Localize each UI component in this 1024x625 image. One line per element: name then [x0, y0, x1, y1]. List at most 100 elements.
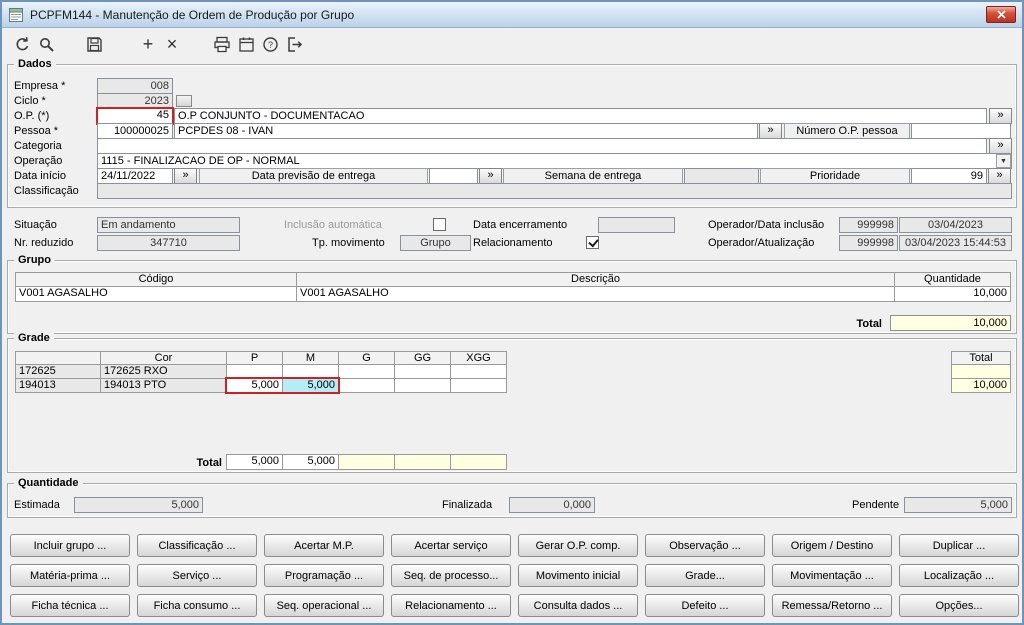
- op-description-field[interactable]: O.P CONJUNTO - DOCUMENTACAO: [174, 108, 987, 124]
- ficha-consumo-button[interactable]: Ficha consumo ...: [137, 594, 257, 617]
- grade-cell[interactable]: [394, 364, 451, 379]
- seq-de-processo-button[interactable]: Seq. de processo...: [391, 564, 511, 587]
- search-button[interactable]: [34, 32, 58, 56]
- categoria-lookup-button[interactable]: »: [989, 138, 1012, 154]
- empresa-field: 008: [97, 78, 173, 94]
- data-encerramento-field: [598, 217, 675, 233]
- numero-op-pessoa-field[interactable]: [911, 123, 1011, 139]
- help-button[interactable]: ?: [258, 32, 282, 56]
- opcoes-button[interactable]: Opções...: [899, 594, 1019, 617]
- operacao-combo[interactable]: 1115 - FINALIZACAO DE OP - NORMAL: [97, 153, 1012, 169]
- grade-row-code[interactable]: 194013: [15, 378, 101, 393]
- operador-inclusao-label: Operador/Data inclusão: [708, 219, 825, 231]
- op-lookup-button[interactable]: »: [989, 108, 1012, 124]
- grade-row-code[interactable]: 172625: [15, 364, 101, 379]
- seq-operacional-button[interactable]: Seq. operacional ...: [264, 594, 384, 617]
- materia-prima-button[interactable]: Matéria-prima ...: [10, 564, 130, 587]
- grade-cell[interactable]: [282, 364, 339, 379]
- exit-button[interactable]: [282, 32, 306, 56]
- svg-text:?: ?: [267, 40, 272, 50]
- grade-button[interactable]: Grade...: [645, 564, 765, 587]
- data-previsao-field[interactable]: [429, 168, 478, 184]
- grade-header-cor: Cor: [100, 351, 227, 365]
- origem-destino-button[interactable]: Origem / Destino: [772, 534, 892, 557]
- nr-reduzido-field: 347710: [97, 235, 240, 251]
- ficha-tecnica-button[interactable]: Ficha técnica ...: [10, 594, 130, 617]
- data-previsao-lookup-button[interactable]: »: [479, 168, 502, 184]
- acertar-mp-button[interactable]: Acertar M.P.: [264, 534, 384, 557]
- pessoa-code-field[interactable]: 100000025: [97, 123, 173, 139]
- data-previsao-label: Data previsão de entrega: [199, 168, 428, 184]
- observacao-button[interactable]: Observação ...: [645, 534, 765, 557]
- numero-op-pessoa-label: Número O.P. pessoa: [784, 123, 910, 139]
- title-bar: PCPFM144 - Manutenção de Ordem de Produç…: [2, 2, 1022, 28]
- ciclo-mini-button[interactable]: [176, 95, 192, 107]
- situacao-label: Situação: [14, 219, 57, 231]
- prioridade-lookup-button[interactable]: »: [988, 168, 1011, 184]
- save-button[interactable]: [82, 32, 106, 56]
- close-button[interactable]: [986, 6, 1016, 23]
- gerar-op-comp-button[interactable]: Gerar O.P. comp.: [518, 534, 638, 557]
- movimento-inicial-button[interactable]: Movimento inicial: [518, 564, 638, 587]
- pendente-field: 5,000: [904, 497, 1012, 513]
- grupo-row-codigo[interactable]: V001 AGASALHO: [15, 286, 297, 302]
- grade-header-g: G: [338, 351, 395, 365]
- prioridade-field[interactable]: 99: [911, 168, 987, 184]
- grade-legend: Grade: [14, 332, 54, 344]
- grade-header-gg: GG: [394, 351, 451, 365]
- plus-icon: +: [142, 34, 154, 54]
- semana-entrega-field: [684, 168, 759, 184]
- grade-cell[interactable]: [338, 364, 395, 379]
- add-button[interactable]: +: [136, 32, 160, 56]
- grade-column-total: [450, 454, 507, 470]
- duplicar-button[interactable]: Duplicar ...: [899, 534, 1019, 557]
- delete-button[interactable]: ×: [160, 32, 184, 56]
- grade-cell[interactable]: [450, 364, 507, 379]
- undo-button[interactable]: [10, 32, 34, 56]
- movimentacao-button[interactable]: Movimentação ...: [772, 564, 892, 587]
- grupo-row-quantidade[interactable]: 10,000: [894, 286, 1011, 302]
- categoria-field[interactable]: [97, 138, 987, 154]
- dados-legend: Dados: [14, 58, 56, 70]
- grupo-row-descricao[interactable]: V001 AGASALHO: [296, 286, 895, 302]
- grade-header-blank: [15, 351, 101, 365]
- grade-cell-selected[interactable]: 5,000: [282, 378, 339, 393]
- defeito-button[interactable]: Defeito ...: [645, 594, 765, 617]
- pessoa-name-field[interactable]: PCPDES 08 - IVAN: [174, 123, 758, 139]
- classificacao-button[interactable]: Classificação ...: [137, 534, 257, 557]
- window-title: PCPFM144 - Manutenção de Ordem de Produç…: [30, 7, 355, 22]
- programacao-button[interactable]: Programação ...: [264, 564, 384, 587]
- print-icon: [214, 36, 230, 52]
- data-encerramento-label: Data encerramento: [473, 219, 568, 231]
- grade-cell[interactable]: 5,000: [226, 378, 283, 393]
- incluir-grupo-button[interactable]: Incluir grupo ...: [10, 534, 130, 557]
- print-button[interactable]: [210, 32, 234, 56]
- relacionamento-checkbox[interactable]: [586, 236, 599, 249]
- localizacao-button[interactable]: Localização ...: [899, 564, 1019, 587]
- grade-cell[interactable]: [226, 364, 283, 379]
- relacionamento-label: Relacionamento: [473, 237, 553, 249]
- dropdown-arrow-icon[interactable]: [996, 154, 1011, 168]
- consulta-dados-button[interactable]: Consulta dados ...: [518, 594, 638, 617]
- remessa-retorno-button[interactable]: Remessa/Retorno ...: [772, 594, 892, 617]
- ciclo-label: Ciclo *: [14, 95, 46, 107]
- categoria-label: Categoria: [14, 140, 62, 152]
- grade-row-color[interactable]: 172625 RXO: [100, 364, 227, 379]
- operador-atualizacao-label: Operador/Atualização: [708, 237, 815, 249]
- grade-cell[interactable]: [450, 378, 507, 393]
- servico-button[interactable]: Serviço ...: [137, 564, 257, 587]
- grupo-total-field: 10,000: [890, 315, 1011, 331]
- grade-cell[interactable]: [394, 378, 451, 393]
- data-inicio-field[interactable]: 24/11/2022: [97, 168, 173, 184]
- calendar-button[interactable]: [234, 32, 258, 56]
- inclusao-automatica-checkbox[interactable]: [433, 218, 446, 231]
- grade-cell[interactable]: [338, 378, 395, 393]
- close-icon: [996, 10, 1006, 19]
- data-inicio-lookup-button[interactable]: »: [174, 168, 197, 184]
- acertar-servico-button[interactable]: Acertar serviço: [391, 534, 511, 557]
- grade-header-xgg: XGG: [450, 351, 507, 365]
- grade-row-color[interactable]: 194013 PTO: [100, 378, 227, 393]
- app-icon: [8, 7, 24, 23]
- relacionamento-button[interactable]: Relacionamento ...: [391, 594, 511, 617]
- pessoa-lookup-button[interactable]: »: [759, 123, 782, 139]
